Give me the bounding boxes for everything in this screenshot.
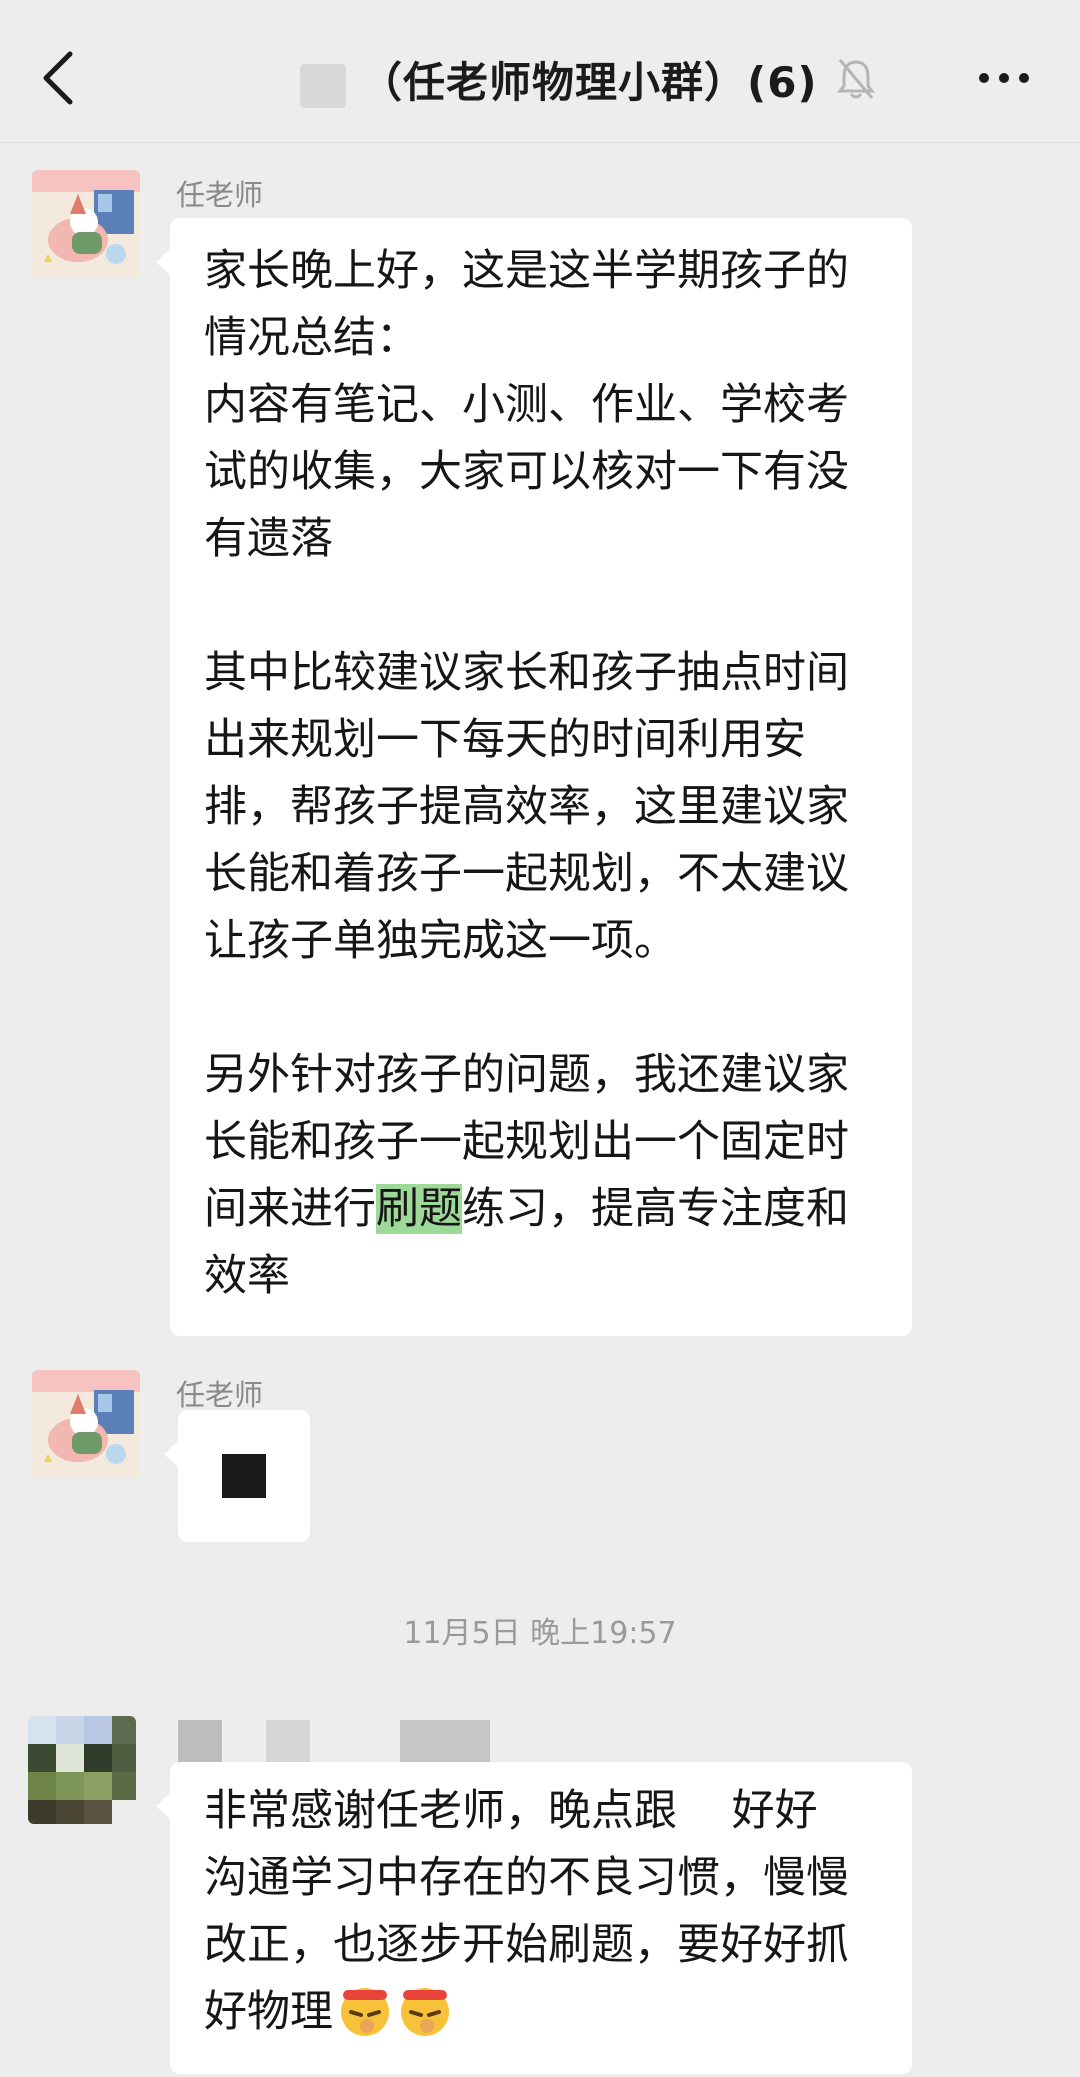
reply-text-content: 非常感谢任老师，晚点跟 好好 沟通学习中存在的不良习惯，慢慢 改正，也逐步开始刷… <box>204 1786 849 2037</box>
teacher-avatar[interactable] <box>32 170 140 278</box>
message-bubble[interactable]: 家长晚上好，这是这半学期孩子的 情况总结： 内容有笔记、小测、作业、学校考 试的… <box>156 218 912 1336</box>
determined-face-emoji-icon <box>341 1988 389 2036</box>
bell-off-icon <box>836 59 875 99</box>
blurred-avatar-icon <box>28 1716 136 1824</box>
blurred-title-prefix <box>300 64 346 108</box>
ellipsis-icon[interactable] <box>976 70 1032 86</box>
message-timestamp: 11月5日 晚上19:57 <box>403 1616 677 1651</box>
blurred-sender-name <box>266 1720 310 1764</box>
reply-bubble[interactable]: 非常感谢任老师，晚点跟 好好 沟通学习中存在的不良习惯，慢慢 改正，也逐步开始刷… <box>156 1762 912 2074</box>
attachment-bubble[interactable] <box>164 1410 310 1542</box>
chat-title-group: （任老师物理小群）(6) <box>300 44 876 114</box>
blurred-sender-name <box>178 1720 222 1764</box>
message-text-part: 家长晚上好，这是这半学期孩子的 情况总结： 内容有笔记、小测、作业、学校考 试的… <box>204 246 849 1234</box>
parent-avatar[interactable] <box>28 1716 136 1824</box>
chat-title: （任老师物理小群）(6) <box>360 57 818 107</box>
chevron-left-icon[interactable] <box>36 48 84 108</box>
sender-name: 任老师 <box>176 1378 264 1412</box>
message-text: 家长晚上好，这是这半学期孩子的 情况总结： 内容有笔记、小测、作业、学校考 试的… <box>204 238 894 1310</box>
avatar-illustration-icon <box>32 1370 140 1478</box>
highlighted-keyword[interactable]: 刷题 <box>376 1184 462 1234</box>
chat-header: （任老师物理小群）(6) <box>0 0 1080 143</box>
teacher-avatar[interactable] <box>32 1370 140 1478</box>
file-icon <box>222 1454 266 1498</box>
sender-name: 任老师 <box>176 178 264 212</box>
blurred-sender-name <box>400 1720 490 1764</box>
determined-face-emoji-icon <box>401 1988 449 2036</box>
reply-text: 非常感谢任老师，晚点跟 好好 沟通学习中存在的不良习惯，慢慢 改正，也逐步开始刷… <box>204 1778 894 2046</box>
avatar-illustration-icon <box>32 170 140 278</box>
